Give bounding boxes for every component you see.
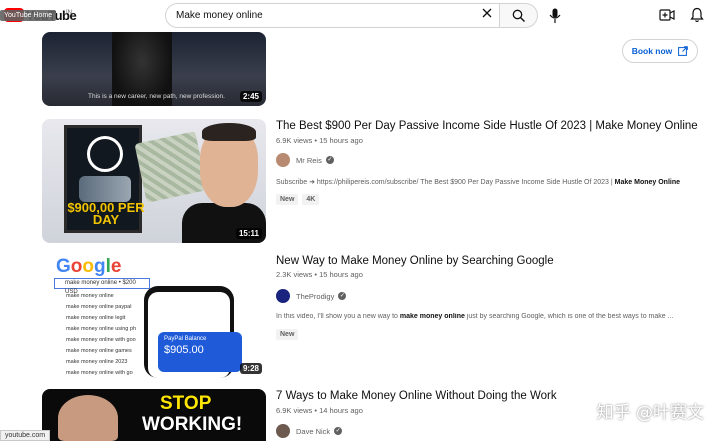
cash-fan-image (134, 131, 208, 203)
clear-search-button[interactable] (480, 7, 494, 21)
suggestion-item: make money online with go (66, 370, 133, 376)
verified-check-icon: ✓ (334, 427, 343, 435)
suggestion-item: make money online with goo (66, 337, 136, 343)
suggestion-item: make money online using ph (66, 326, 137, 332)
video-description: Subscribe ➜ https://philipereis.com/subs… (276, 178, 706, 186)
create-video-icon[interactable] (659, 8, 675, 22)
google-logo: Google (56, 256, 122, 277)
video-meta: 6.9K views • 15 hours ago (276, 136, 363, 145)
video-thumbnail[interactable]: $900,00 PER DAY 15:11 (42, 119, 266, 243)
duration-badge: 2:45 (239, 91, 262, 102)
thumbnail-money-text: $900,00 PER DAY (67, 200, 145, 227)
new-badge: New (276, 329, 299, 340)
video-thumbnail[interactable]: STOP WORKING! (42, 389, 266, 441)
microphone-icon[interactable] (549, 8, 561, 24)
watermark: 知乎 @叶赛文 (596, 403, 704, 423)
channel-name[interactable]: Dave Nick (296, 427, 330, 436)
thumbnail-face (58, 395, 118, 441)
thumbnail-working-text: WORKING! (142, 414, 243, 435)
description-text: In this video, I'll show you a new way t… (276, 313, 400, 320)
duration-badge: 15:11 (235, 228, 262, 239)
external-link-icon (678, 46, 689, 56)
status-bar-url: youtube.com (0, 430, 51, 441)
video-title[interactable]: New Way to Make Money Online by Searchin… (276, 255, 554, 267)
logo-country-code: IN (66, 10, 72, 16)
video-thumbnail[interactable]: This is a new career, new path, new prof… (42, 32, 266, 106)
thumbnail-caption: This is a new career, new path, new prof… (88, 93, 225, 100)
upload-age: 14 hours ago (319, 406, 363, 415)
search-input[interactable]: Make money online (165, 3, 500, 28)
upload-age: 15 hours ago (319, 136, 363, 145)
suggestion-item: make money online games (66, 348, 132, 354)
view-count: 6.9K views (276, 406, 313, 415)
verified-check-icon: ✓ (325, 156, 334, 164)
channel-avatar[interactable] (276, 289, 290, 303)
video-description: In this video, I'll show you a new way t… (276, 313, 706, 320)
badge-list: New 4K (276, 194, 320, 205)
description-text: just by searching Google, which is one o… (464, 313, 674, 320)
description-highlight: make money online (399, 313, 465, 320)
openai-logo-icon (87, 136, 123, 172)
thumbnail-hair (202, 123, 256, 141)
video-meta: 2.3K views • 15 hours ago (276, 270, 363, 279)
thumbnail-ai-panel: $900,00 PER DAY (64, 125, 145, 233)
view-count: 6.9K views (276, 136, 313, 145)
book-now-button[interactable]: Book now (622, 39, 698, 63)
search-button[interactable] (500, 3, 538, 28)
video-title[interactable]: 7 Ways to Make Money Online Without Doin… (276, 390, 557, 402)
suggestion-item: make money online (66, 293, 114, 299)
channel-link[interactable]: TheProdigy ✓ (276, 289, 347, 303)
4k-badge: 4K (302, 194, 320, 205)
suggestion-item: make money online paypal (66, 304, 132, 310)
video-meta: 6.9K views • 14 hours ago (276, 406, 363, 415)
search-icon (512, 9, 525, 22)
duration-badge: 9:28 (239, 363, 262, 374)
paypal-balance-label: PayPal Balance (164, 336, 207, 342)
video-thumbnail[interactable]: Google make money online • $200 USD make… (42, 254, 266, 378)
verified-check-icon: ✓ (338, 292, 347, 300)
book-now-label: Book now (631, 46, 673, 56)
channel-avatar[interactable] (276, 153, 290, 167)
channel-name[interactable]: Mr Reis (296, 156, 322, 165)
new-badge: New (276, 194, 299, 205)
suggestion-item: make money online 2023 (66, 359, 128, 365)
thumbnail-stop-text: STOP (160, 393, 212, 414)
description-highlight: Make Money Online (614, 179, 681, 186)
paypal-balance-value: $905.00 (164, 344, 204, 356)
badge-list: New (276, 329, 299, 340)
top-bar: YouTube IN YouTube Home Make money onlin… (0, 0, 720, 32)
channel-name[interactable]: TheProdigy (296, 292, 334, 301)
search-input-value: Make money online (176, 10, 263, 21)
suggestion-item: make money online legit (66, 315, 126, 321)
paypal-balance-card: PayPal Balance $905.00 (158, 332, 242, 372)
upload-age: 15 hours ago (319, 270, 363, 279)
home-tooltip: YouTube Home (0, 10, 57, 21)
thumbnail-search-box: make money online • $200 USD (54, 278, 150, 295)
channel-link[interactable]: Mr Reis ✓ (276, 153, 334, 167)
close-icon (482, 8, 492, 18)
robot-figure (79, 176, 131, 202)
description-text: Subscribe ➜ https://philipereis.com/subs… (276, 179, 615, 186)
video-title[interactable]: The Best $900 Per Day Passive Income Sid… (276, 120, 698, 132)
channel-avatar[interactable] (276, 424, 290, 438)
channel-link[interactable]: Dave Nick ✓ (276, 424, 343, 438)
notifications-bell-icon[interactable] (690, 7, 704, 23)
view-count: 2.3K views (276, 270, 313, 279)
